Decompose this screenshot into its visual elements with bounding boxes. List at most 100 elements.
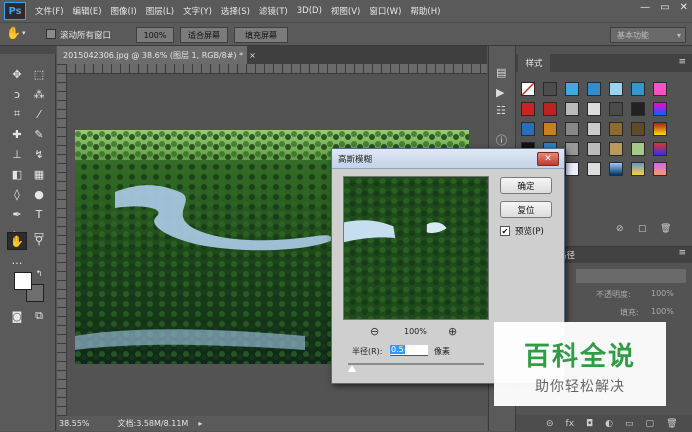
style-swatch[interactable] <box>565 122 579 136</box>
menu-type[interactable]: 文字(Y) <box>183 5 212 17</box>
history-brush-tool-icon[interactable]: ↯ <box>30 146 48 162</box>
menu-image[interactable]: 图像(I) <box>111 5 137 17</box>
workspace-select[interactable]: 基本功能 ▾ <box>610 27 686 43</box>
eraser-tool-icon[interactable]: ◧ <box>8 166 26 182</box>
zoom-out-icon[interactable]: ⊖ <box>370 325 379 338</box>
status-menu-arrow-icon[interactable]: ▸ <box>198 419 202 428</box>
hand-tool-icon[interactable]: ✋ <box>7 232 27 250</box>
style-swatch[interactable] <box>653 102 667 116</box>
style-swatch[interactable] <box>543 102 557 116</box>
style-swatch[interactable] <box>609 122 623 136</box>
history-panel-icon[interactable]: ▤ <box>496 66 506 79</box>
style-swatch[interactable] <box>521 102 535 116</box>
menu-file[interactable]: 文件(F) <box>35 5 64 17</box>
dodge-tool-icon[interactable]: ● <box>30 186 48 202</box>
style-swatch[interactable] <box>565 102 579 116</box>
fx-icon[interactable]: fx <box>566 419 575 429</box>
zoom-100-button[interactable]: 100% <box>136 27 174 43</box>
eyedropper-tool-icon[interactable]: ⁄ <box>30 106 48 122</box>
dialog-close-button[interactable]: ✕ <box>537 152 559 166</box>
toolbar-grip[interactable] <box>0 46 56 54</box>
delete-style-icon[interactable]: ⊘ <box>616 224 624 234</box>
new-style-icon[interactable]: ▢ <box>638 224 647 234</box>
menu-window[interactable]: 窗口(W) <box>369 5 401 17</box>
link-layers-icon[interactable]: ⊝ <box>546 419 554 429</box>
move-tool-icon[interactable]: ✥ <box>8 66 26 82</box>
menu-filter[interactable]: 滤镜(T) <box>259 5 288 17</box>
style-swatch[interactable] <box>653 82 667 96</box>
actions-panel-icon[interactable]: ▶ <box>496 86 504 99</box>
swap-colors-icon[interactable]: ↰ <box>34 268 44 278</box>
lasso-tool-icon[interactable]: ↄ <box>8 86 26 102</box>
style-swatch[interactable] <box>587 102 601 116</box>
style-swatch[interactable] <box>631 162 645 176</box>
marquee-tool-icon[interactable]: ⬚ <box>30 66 48 82</box>
fill-value[interactable]: 100% <box>651 307 674 316</box>
style-swatch[interactable] <box>653 122 667 136</box>
style-swatch[interactable] <box>653 142 667 156</box>
style-swatch[interactable] <box>521 122 535 136</box>
preview-checkbox[interactable]: ✔ <box>500 226 510 236</box>
style-swatch[interactable] <box>609 142 623 156</box>
style-swatch[interactable] <box>631 122 645 136</box>
menu-view[interactable]: 视图(V) <box>331 5 360 17</box>
pen-tool-icon[interactable]: ✒ <box>8 206 26 222</box>
menu-help[interactable]: 帮助(H) <box>410 5 440 17</box>
fill-screen-button[interactable]: 填充屏幕 <box>234 27 288 43</box>
style-swatch[interactable] <box>587 142 601 156</box>
clone-stamp-tool-icon[interactable]: ⊥ <box>8 146 26 162</box>
reset-button[interactable]: 复位 <box>500 201 552 218</box>
style-swatch[interactable] <box>587 162 601 176</box>
chevron-down-icon[interactable]: ▾ <box>22 29 26 37</box>
radius-slider-track[interactable] <box>348 363 484 365</box>
style-swatch[interactable] <box>587 122 601 136</box>
style-swatch[interactable] <box>565 142 579 156</box>
type-tool-icon[interactable]: T <box>30 206 48 222</box>
zoom-tool-icon[interactable]: ⚲ <box>30 232 48 248</box>
layer-filter-bar[interactable] <box>576 269 686 283</box>
magic-wand-tool-icon[interactable]: ⁂ <box>30 86 48 102</box>
close-button[interactable]: ✕ <box>680 2 688 13</box>
menu-layer[interactable]: 图层(L) <box>146 5 174 17</box>
brush-tool-icon[interactable]: ✎ <box>30 126 48 142</box>
style-swatch[interactable] <box>609 162 623 176</box>
scroll-all-checkbox[interactable] <box>46 29 56 39</box>
styles-tab[interactable]: 样式 <box>518 54 550 72</box>
quick-mask-icon[interactable]: ◙ <box>8 308 26 324</box>
style-swatch[interactable] <box>631 142 645 156</box>
style-swatch[interactable] <box>543 122 557 136</box>
blur-preview[interactable] <box>343 176 489 320</box>
mask-icon[interactable]: ◘ <box>586 419 593 429</box>
style-swatch[interactable] <box>587 82 601 96</box>
style-swatch[interactable] <box>565 162 579 176</box>
healing-brush-tool-icon[interactable]: ✚ <box>8 126 26 142</box>
restore-button[interactable]: ▭ <box>660 2 669 13</box>
folder-icon[interactable]: ▭ <box>625 419 634 429</box>
radius-input[interactable]: 0.5 <box>390 345 428 356</box>
panel-menu-icon[interactable]: ≡ <box>678 57 686 67</box>
foreground-color-swatch-top[interactable] <box>14 272 32 290</box>
new-layer-icon[interactable]: ▢ <box>646 419 655 429</box>
screen-mode-icon[interactable]: ⧉ <box>30 308 48 324</box>
document-tab[interactable]: 2015042306.jpg @ 38.6% (图层 1, RGB/8#) * … <box>57 46 256 64</box>
style-swatch[interactable] <box>631 102 645 116</box>
zoom-in-icon[interactable]: ⊕ <box>448 325 457 338</box>
opacity-value[interactable]: 100% <box>651 289 674 298</box>
style-swatch[interactable] <box>565 82 579 96</box>
dialog-title-bar[interactable]: 高斯模糊 ✕ <box>332 149 564 169</box>
menu-3d[interactable]: 3D(D) <box>297 6 322 16</box>
minimize-button[interactable]: — <box>640 2 650 13</box>
menu-edit[interactable]: 编辑(E) <box>73 5 102 17</box>
edit-toolbar-icon[interactable]: … <box>8 252 26 268</box>
adjustment-layer-icon[interactable]: ◐ <box>605 419 613 429</box>
close-tab-icon[interactable]: × <box>249 51 256 60</box>
gradient-tool-icon[interactable]: ▦ <box>30 166 48 182</box>
style-swatch-none[interactable] <box>521 82 535 96</box>
info-panel-icon[interactable]: ⓘ <box>496 132 507 148</box>
style-swatch[interactable] <box>609 82 623 96</box>
style-swatch[interactable] <box>631 82 645 96</box>
trash-icon[interactable]: 🗑 <box>660 224 671 234</box>
crop-tool-icon[interactable]: ⌗ <box>8 106 26 122</box>
panel-menu-icon[interactable]: ≡ <box>678 248 686 258</box>
hand-tool-icon[interactable]: ✋ <box>6 26 21 40</box>
